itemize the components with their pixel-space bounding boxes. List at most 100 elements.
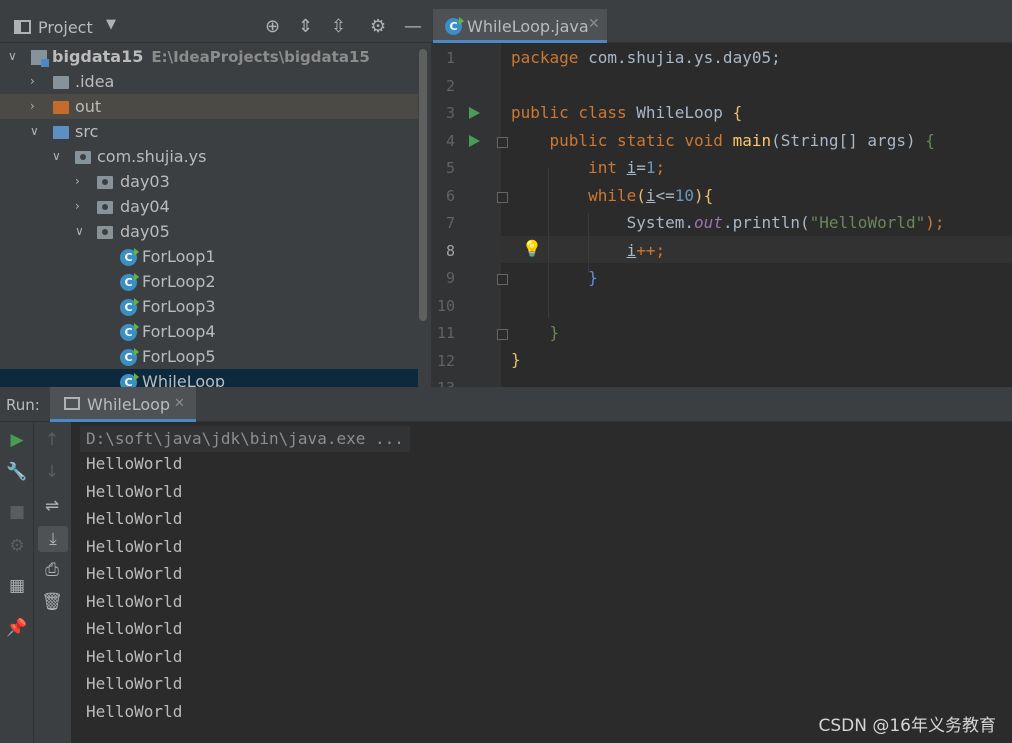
chevron-down-icon[interactable]: ∨ bbox=[30, 119, 39, 144]
source-folder-icon bbox=[53, 126, 69, 139]
project-view-icon bbox=[14, 20, 31, 34]
code-token: .println( bbox=[722, 213, 810, 232]
folder-icon bbox=[53, 101, 69, 114]
line-number: 6 bbox=[445, 187, 455, 205]
project-scrollbar[interactable] bbox=[419, 49, 427, 321]
tree-item-forloop1[interactable]: C ForLoop1 bbox=[0, 244, 418, 269]
console-output[interactable]: D:\soft\java\jdk\bin\java.exe ... HelloW… bbox=[80, 422, 1010, 743]
tree-item-package[interactable]: ∨ com.shujia.ys bbox=[0, 144, 418, 169]
tree-item-day03[interactable]: › day03 bbox=[0, 169, 418, 194]
print-icon[interactable]: ⎙ bbox=[37, 560, 67, 580]
chevron-down-icon[interactable]: ∨ bbox=[75, 219, 84, 244]
chevron-down-icon[interactable]: ∨ bbox=[8, 44, 17, 69]
line-number: 8 bbox=[445, 242, 455, 260]
code-line-6[interactable]: while(i<=10){ bbox=[511, 186, 713, 205]
expand-all-icon[interactable]: ⇕ bbox=[298, 16, 313, 37]
run-main-icon[interactable] bbox=[469, 135, 480, 147]
run-tab-whileloop[interactable]: WhileLoop ✕ bbox=[50, 387, 196, 422]
tree-item-forloop4[interactable]: C ForLoop4 bbox=[0, 319, 418, 344]
code-token: ; bbox=[655, 158, 666, 177]
locate-icon[interactable]: ⊕ bbox=[265, 16, 280, 37]
editor-panel: C WhileLoop.java ✕ 1 2 3 4 5 6 7 8 9 10 … bbox=[431, 3, 1012, 387]
code-line-11[interactable]: } bbox=[511, 323, 560, 342]
code-token: i bbox=[626, 241, 637, 260]
chevron-right-icon[interactable]: › bbox=[30, 69, 35, 94]
console-line: HelloWorld bbox=[86, 482, 183, 501]
line-number: 4 bbox=[445, 132, 455, 150]
line-number: 9 bbox=[445, 269, 455, 287]
console-icon bbox=[64, 397, 80, 410]
tree-item-day05[interactable]: ∨ day05 bbox=[0, 219, 418, 244]
soft-wrap-icon[interactable]: ⇌ bbox=[37, 496, 67, 516]
code-token: System. bbox=[626, 213, 695, 232]
run-tab-label: WhileLoop bbox=[87, 395, 171, 414]
chevron-right-icon[interactable]: › bbox=[75, 194, 80, 219]
pin-icon[interactable]: 📌 bbox=[2, 618, 32, 638]
scroll-to-end-icon[interactable]: ⤓ bbox=[38, 526, 68, 552]
code-token: ){ bbox=[694, 186, 714, 205]
tree-item-out[interactable]: › out bbox=[0, 94, 418, 119]
code-token: out bbox=[694, 213, 723, 232]
code-token: public static void bbox=[549, 131, 723, 150]
layout-icon[interactable]: ▦ bbox=[2, 576, 32, 596]
code-token: 10 bbox=[674, 186, 695, 205]
code-line-1[interactable]: package com.shujia.ys.day05; bbox=[511, 48, 781, 67]
stop-icon[interactable]: ■ bbox=[2, 502, 32, 522]
project-panel: Project ▼ ⊕ ⇕ ⇳ ⚙ — ∨ bigdata15 E:\IdeaPr… bbox=[0, 3, 431, 387]
arrow-up-icon[interactable]: ↑ bbox=[37, 430, 67, 450]
tree-item-label: day05 bbox=[120, 222, 170, 241]
code-token: com.shujia.ys.day05; bbox=[578, 48, 781, 67]
code-line-7[interactable]: System.out.println("HelloWorld"); bbox=[511, 213, 945, 232]
minimize-icon[interactable]: — bbox=[404, 16, 422, 37]
editor-tab-bar: C WhileLoop.java ✕ bbox=[431, 3, 1012, 43]
code-token: package bbox=[511, 48, 579, 67]
tree-item-label: bigdata15 bbox=[52, 47, 144, 66]
collapse-all-icon[interactable]: ⇳ bbox=[331, 16, 346, 37]
fold-icon[interactable] bbox=[497, 192, 508, 203]
code-token: "HelloWorld" bbox=[809, 213, 926, 232]
class-icon: C bbox=[120, 248, 139, 266]
fold-icon[interactable] bbox=[497, 137, 508, 148]
code-line-4[interactable]: public static void main(String[] args) { bbox=[511, 131, 935, 150]
editor-tab-whileloop[interactable]: C WhileLoop.java ✕ bbox=[433, 9, 607, 43]
tree-item-src[interactable]: ∨ src bbox=[0, 119, 418, 144]
code-line-12[interactable]: } bbox=[511, 350, 521, 369]
project-panel-title[interactable]: Project bbox=[38, 18, 93, 37]
chevron-down-icon[interactable]: ∨ bbox=[52, 144, 61, 169]
tree-item-whileloop[interactable]: C WhileLoop bbox=[0, 369, 418, 387]
code-line-8[interactable]: i++; bbox=[511, 241, 666, 260]
arrow-down-icon[interactable]: ↓ bbox=[37, 462, 67, 482]
tree-item-label: WhileLoop bbox=[142, 372, 226, 387]
line-number: 1 bbox=[445, 49, 455, 67]
tree-item-bigdata15[interactable]: ∨ bigdata15 E:\IdeaProjects\bigdata15 bbox=[0, 44, 418, 69]
code-line-5[interactable]: int i=1; bbox=[511, 158, 665, 177]
run-class-icon[interactable] bbox=[469, 107, 480, 119]
tree-item-idea[interactable]: › .idea bbox=[0, 69, 418, 94]
tree-item-label: ForLoop4 bbox=[142, 322, 216, 341]
rerun-icon[interactable]: ▶ bbox=[2, 430, 32, 450]
code-token: (String[] args) bbox=[771, 131, 926, 150]
tree-item-forloop2[interactable]: C ForLoop2 bbox=[0, 269, 418, 294]
fold-icon[interactable] bbox=[497, 274, 508, 285]
trash-icon[interactable]: 🗑 bbox=[37, 592, 67, 612]
code-line-3[interactable]: public class WhileLoop { bbox=[511, 103, 742, 122]
module-icon bbox=[31, 50, 49, 67]
code-token: public class bbox=[511, 103, 627, 122]
tree-item-forloop3[interactable]: C ForLoop3 bbox=[0, 294, 418, 319]
tree-item-forloop5[interactable]: C ForLoop5 bbox=[0, 344, 418, 369]
chevron-down-icon[interactable]: ▼ bbox=[106, 17, 116, 32]
run-panel-header: Run: WhileLoop ✕ bbox=[0, 387, 1012, 422]
gear-icon[interactable]: ⚙ bbox=[370, 16, 386, 37]
close-icon[interactable]: ✕ bbox=[588, 16, 600, 32]
chevron-right-icon[interactable]: › bbox=[30, 94, 35, 119]
tree-item-label: ForLoop3 bbox=[142, 297, 216, 316]
tree-item-path: E:\IdeaProjects\bigdata15 bbox=[151, 48, 370, 66]
wrench-icon[interactable]: 🔧 bbox=[2, 462, 32, 482]
close-icon[interactable]: ✕ bbox=[174, 396, 185, 411]
fold-icon[interactable] bbox=[497, 329, 508, 340]
code-line-9[interactable]: } bbox=[511, 268, 598, 287]
package-icon bbox=[97, 226, 113, 239]
tree-item-day04[interactable]: › day04 bbox=[0, 194, 418, 219]
debug-settings-icon[interactable]: ⚙ bbox=[2, 536, 32, 556]
chevron-right-icon[interactable]: › bbox=[75, 169, 80, 194]
